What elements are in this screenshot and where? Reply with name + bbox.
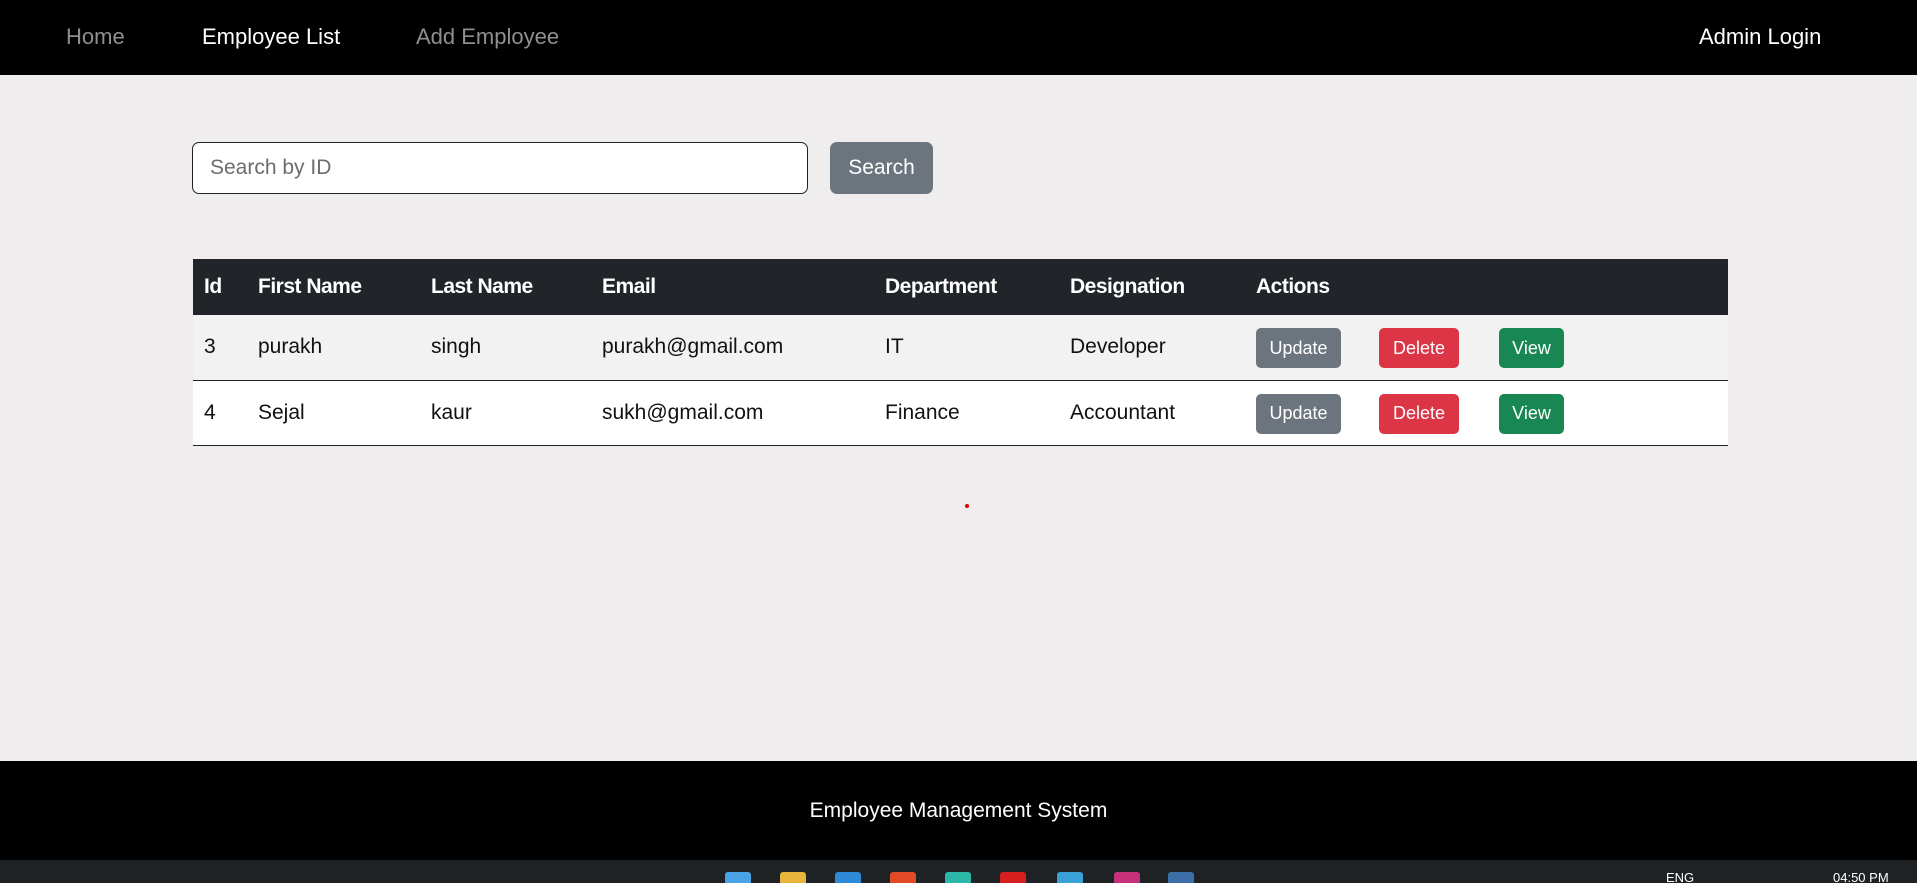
nav-add-employee-link[interactable]: Add Employee [416,24,559,50]
search-button[interactable]: Search [830,142,933,194]
red-dot-marker [965,504,969,508]
os-taskbar: ENG 04:50 PM [0,860,1917,883]
app-icon[interactable] [1168,872,1194,883]
language-indicator[interactable]: ENG [1666,870,1694,883]
cell-email: purakh@gmail.com [602,335,784,359]
view-button[interactable]: View [1499,393,1564,434]
cell-last-name: singh [431,335,482,359]
header-last-name: Last Name [431,275,533,298]
cell-last-name: kaur [431,400,472,424]
view-button[interactable]: View [1499,328,1564,368]
cell-first-name: Sejal [258,400,305,424]
delete-button[interactable]: Delete [1379,393,1459,434]
table-row: 4 Sejal kaur sukh@gmail.com Finance Acco… [193,380,1728,445]
windows-start-icon[interactable] [725,872,751,883]
edge-icon[interactable] [945,872,971,883]
delete-button[interactable]: Delete [1379,328,1459,368]
cell-email: sukh@gmail.com [602,400,764,424]
cell-actions: Update Delete View [1245,380,1728,445]
file-explorer-icon[interactable] [780,872,806,883]
table-row: 3 purakh singh purakh@gmail.com IT Devel… [193,315,1728,380]
header-actions: Actions [1256,275,1330,298]
header-first-name: First Name [258,275,362,298]
brave-browser-icon[interactable] [890,872,916,883]
cell-designation: Accountant [1070,400,1176,424]
cell-department: IT [885,335,904,359]
clock[interactable]: 04:50 PM [1833,870,1889,883]
top-navbar: Home Employee List Add Employee Admin Lo… [0,0,1917,75]
footer-text: Employee Management System [809,798,1108,822]
search-input[interactable] [192,142,808,194]
acrobat-icon[interactable] [1000,872,1026,883]
nav-home-link[interactable]: Home [66,24,125,50]
cell-department: Finance [885,400,960,424]
header-designation: Designation [1070,275,1185,298]
footer: Employee Management System [0,761,1917,860]
nav-admin-login-link[interactable]: Admin Login [1699,24,1821,50]
header-email: Email [602,275,656,298]
store-icon[interactable] [1057,872,1083,883]
update-button[interactable]: Update [1256,328,1341,368]
vscode-icon[interactable] [835,872,861,883]
header-department: Department [885,275,997,298]
employee-table: Id First Name Last Name Email Department… [193,259,1728,446]
nav-employee-list-link[interactable]: Employee List [202,24,340,50]
header-id: Id [204,275,222,298]
table-header-row: Id First Name Last Name Email Department… [193,259,1728,315]
cell-id: 4 [204,400,216,424]
update-button[interactable]: Update [1256,393,1341,434]
cell-first-name: purakh [258,335,323,359]
instagram-icon[interactable] [1114,872,1140,883]
cell-actions: Update Delete View [1245,315,1728,380]
cell-id: 3 [204,335,216,359]
cell-designation: Developer [1070,335,1166,359]
